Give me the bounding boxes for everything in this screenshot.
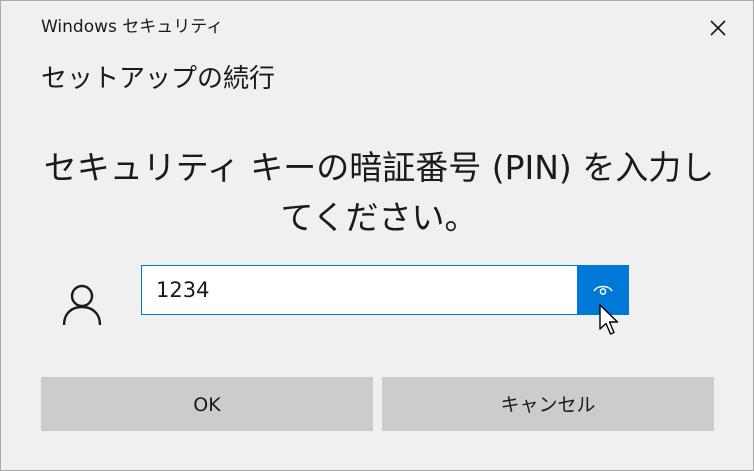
pin-prompt: セキュリティ キーの暗証番号 (PIN) を入力してください。 — [43, 148, 715, 237]
dialog-heading: セットアップの続行 — [41, 64, 276, 94]
eye-icon — [593, 285, 613, 295]
close-icon — [710, 20, 726, 36]
ok-button[interactable]: OK — [41, 377, 373, 431]
close-button[interactable] — [705, 15, 731, 41]
window-title: Windows セキュリティ — [41, 17, 224, 37]
cancel-button[interactable]: キャンセル — [382, 377, 714, 431]
user-icon — [61, 281, 103, 327]
pin-input[interactable] — [141, 265, 577, 315]
mouse-pointer-icon — [599, 304, 621, 342]
security-dialog: Windows セキュリティ セットアップの続行 セキュリティ キーの暗証番号 … — [0, 0, 754, 471]
